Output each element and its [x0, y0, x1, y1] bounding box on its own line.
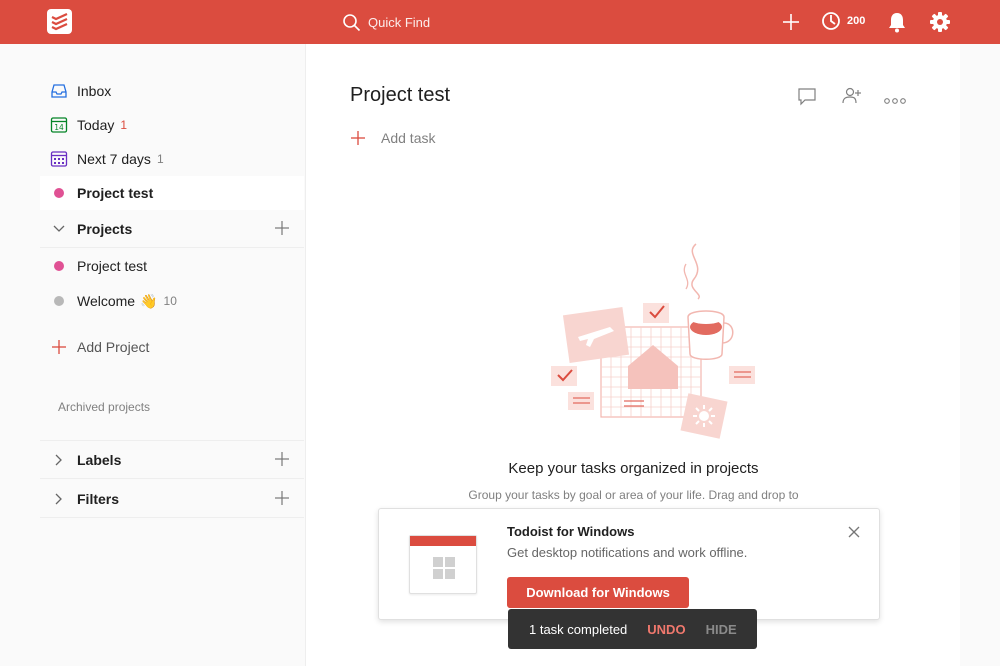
undo-toast: 1 task completed UNDO HIDE [508, 609, 757, 649]
add-project-plus-icon[interactable] [274, 220, 290, 239]
add-person-icon [842, 87, 861, 104]
sidebar-item-today[interactable]: 14 Today 1 [40, 108, 304, 142]
hide-button[interactable]: HIDE [706, 622, 737, 637]
chevron-right-icon[interactable] [50, 493, 68, 505]
sidebar-item-next-7-days[interactable]: Next 7 days 1 [40, 142, 304, 176]
wave-emoji: 👋 [140, 292, 158, 309]
add-project-button[interactable]: Add Project [40, 331, 149, 363]
quick-find-placeholder: Quick Find [368, 14, 431, 30]
todoist-logo-icon[interactable] [47, 9, 72, 34]
top-bar: Quick Find 200 [0, 0, 1000, 44]
empty-state-title: Keep your tasks organized in projects [508, 460, 759, 477]
task-count: 1 [120, 118, 128, 132]
labels-section-header[interactable]: Labels [40, 441, 304, 479]
svg-text:14: 14 [54, 123, 64, 132]
sidebar-item-label: Next 7 days [77, 151, 151, 167]
projects-section-header[interactable]: Projects [40, 210, 304, 248]
inbox-icon [50, 82, 68, 100]
project-color-dot [54, 261, 64, 271]
archived-projects-link[interactable]: Archived projects [58, 400, 150, 414]
page-title: Project test [350, 84, 451, 106]
more-icon [884, 98, 906, 104]
add-project-label: Add Project [77, 339, 150, 355]
project-color-dot [54, 296, 64, 306]
labels-header-label: Labels [77, 451, 122, 468]
share-button[interactable] [842, 86, 862, 111]
task-count: 10 [163, 294, 177, 308]
quick-add-button[interactable] [780, 11, 802, 33]
add-filter-plus-icon[interactable] [274, 490, 290, 509]
promo-description: Get desktop notifications and work offli… [507, 545, 748, 560]
plus-icon [50, 340, 68, 354]
project-item-project-test[interactable]: Project test [40, 249, 304, 283]
project-label: Project test [77, 258, 148, 274]
undo-button[interactable]: UNDO [647, 622, 685, 637]
sidebar-item-inbox[interactable]: Inbox [40, 74, 304, 108]
download-for-windows-button[interactable]: Download for Windows [507, 577, 689, 608]
windows-app-promo: Todoist for Windows Get desktop notifica… [378, 508, 880, 620]
notifications-button[interactable] [887, 11, 907, 38]
windows-app-icon [409, 535, 477, 594]
filters-section-header[interactable]: Filters [40, 480, 304, 518]
bell-icon [889, 13, 905, 33]
sidebar-item-label: Project test [77, 185, 154, 201]
project-item-welcome[interactable]: Welcome 👋 10 [40, 284, 304, 318]
quick-find-input[interactable]: Quick Find [342, 11, 430, 33]
search-icon [343, 13, 361, 31]
chevron-down-icon[interactable] [50, 225, 68, 233]
sidebar: Inbox 14 Today 1 Next 7 days 1 Project t… [0, 44, 305, 666]
add-label-plus-icon[interactable] [274, 451, 290, 470]
task-count: 1 [156, 152, 164, 166]
sidebar-item-label: Inbox [77, 83, 112, 99]
comments-button[interactable] [797, 86, 817, 111]
settings-button[interactable] [929, 11, 951, 38]
plus-icon [783, 14, 799, 30]
sidebar-item-label: Today [77, 117, 115, 133]
karma-value: 200 [847, 15, 866, 27]
windows-logo-icon [433, 557, 455, 579]
comment-icon [798, 88, 816, 106]
karma-icon [822, 12, 840, 30]
promo-title: Todoist for Windows [507, 524, 635, 539]
add-task-label: Add task [381, 130, 436, 146]
sidebar-item-project-test-favorite[interactable]: Project test [40, 176, 304, 210]
add-task-button[interactable]: Add task [350, 130, 435, 146]
empty-state-subtitle: Group your tasks by goal or area of your… [468, 488, 799, 502]
chevron-right-icon[interactable] [50, 454, 68, 466]
calendar-today-icon: 14 [50, 116, 68, 134]
right-gutter [960, 44, 1000, 666]
more-actions-button[interactable] [884, 92, 906, 110]
calendar-week-icon [50, 150, 68, 168]
toast-message: 1 task completed [529, 621, 628, 637]
filters-header-label: Filters [77, 490, 120, 507]
karma-button[interactable]: 200 [821, 11, 865, 31]
project-color-dot [54, 188, 64, 198]
empty-state-illustration [546, 239, 756, 449]
plus-icon [351, 131, 365, 145]
project-label: Welcome [77, 293, 136, 309]
gear-icon [930, 12, 950, 32]
projects-header-label: Projects [77, 220, 133, 237]
close-icon[interactable] [847, 525, 861, 544]
